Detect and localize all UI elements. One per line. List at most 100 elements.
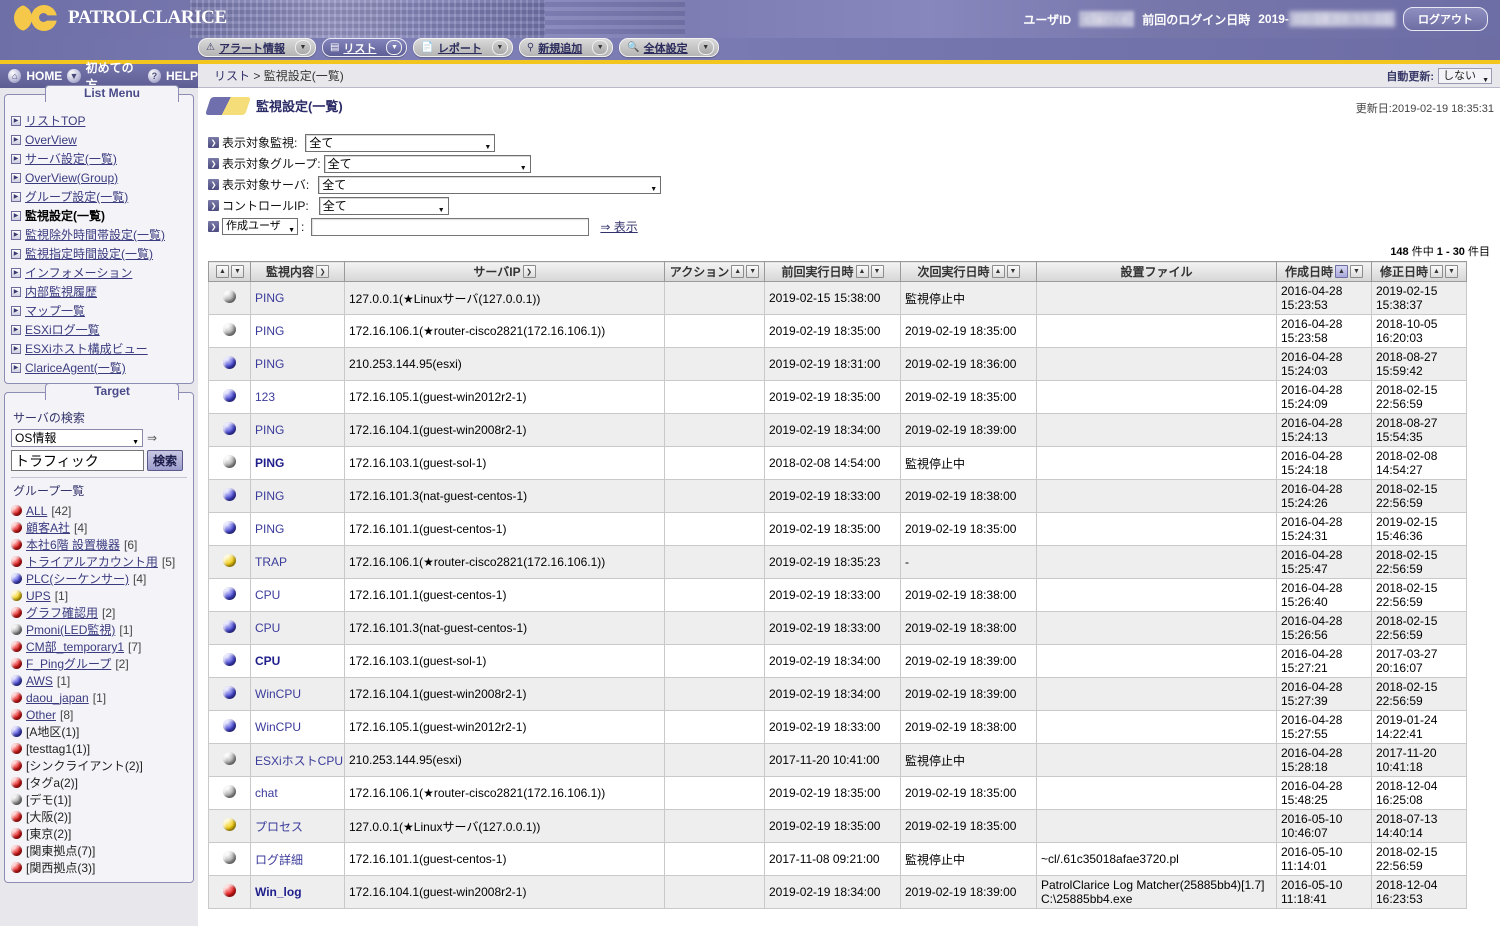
sidebar-item-5[interactable]: ▶ 監視設定(一覧) [11,206,187,225]
group-item-8[interactable]: CM部_temporary1 [7] [11,638,187,655]
group-item-0[interactable]: ALL [42] [11,502,187,519]
tab-global-settings-dropdown-icon[interactable]: ▼ [697,40,714,55]
group-label[interactable]: 顧客A社 [26,519,70,536]
table-row[interactable]: PING 127.0.0.1(★Linuxサーバ(127.0.0.1)) 2019-… [208,281,1467,315]
filter-select-server[interactable]: 全て ▼ [318,175,662,194]
auto-refresh-select[interactable]: しない ▼ [1438,67,1492,84]
tab-list[interactable]: ▤ リスト ▼ [321,38,408,57]
monitor-link[interactable]: WinCPU [255,687,301,701]
tab-add-new[interactable]: ⚲ 新規追加 ▼ [518,38,614,57]
sidebar-item-8[interactable]: ▶ インフォメーション [11,263,187,282]
cell-monitor[interactable]: WinCPU [250,677,345,711]
cell-monitor[interactable]: PING [250,413,345,447]
filter-select-controlip[interactable]: 全て ▼ [318,196,449,215]
monitor-link[interactable]: CPU [255,621,280,635]
sidebar-item-label[interactable]: 監視除外時間帯設定(一覧) [25,226,165,243]
monitor-link[interactable]: CPU [255,588,280,602]
cell-monitor[interactable]: Win_log [250,875,345,909]
sidebar-item-label[interactable]: インフォメーション [25,264,132,281]
sort-desc-icon[interactable]: ▼ [746,265,760,278]
monitor-link[interactable]: Win_log [255,885,302,899]
table-row[interactable]: プロセス 127.0.0.1(★Linuxサーバ(127.0.0.1)) 2019-… [208,809,1467,843]
group-item-6[interactable]: グラフ確認用 [2] [11,604,187,621]
sort-desc-icon[interactable]: ▼ [231,265,244,278]
group-item-2[interactable]: 本社6階 設置機器 [6] [11,536,187,553]
table-row[interactable]: WinCPU 172.16.104.1(guest-win2008r2-1) 201… [208,677,1467,711]
table-row[interactable]: WinCPU 172.16.105.1(guest-win2012r2-1) 201… [208,710,1467,744]
sidebar-item-label[interactable]: グループ設定(一覧) [25,188,128,205]
table-row[interactable]: CPU 172.16.101.1(guest-centos-1) 2019-02-1… [208,578,1467,612]
tab-report-dropdown-icon[interactable]: ▼ [491,40,508,55]
cell-monitor[interactable]: chat [250,776,345,810]
cell-monitor[interactable]: WinCPU [250,710,345,744]
sidebar-item-7[interactable]: ▶ 監視指定時間設定(一覧) [11,244,187,263]
sidebar-item-label[interactable]: OverView [25,133,77,147]
monitor-link[interactable]: chat [255,786,278,800]
monitor-link[interactable]: TRAP [255,555,287,569]
monitor-link[interactable]: プロセス [255,820,303,834]
cell-monitor[interactable]: プロセス [250,809,345,843]
group-item-1[interactable]: 顧客A社 [4] [11,519,187,536]
sidebar-item-10[interactable]: ▶ マップ一覧 [11,301,187,320]
sidebar-item-12[interactable]: ▶ ESXiホスト構成ビュー [11,339,187,358]
cell-monitor[interactable]: CPU [250,611,345,645]
tab-report[interactable]: 📄 レポート ▼ [413,38,513,57]
detail-icon[interactable]: ❯ [522,265,536,278]
monitor-link[interactable]: CPU [255,654,280,668]
monitor-link[interactable]: WinCPU [255,720,301,734]
table-row[interactable]: PING 172.16.101.3(nat-guest-centos-1) 2019… [208,479,1467,513]
group-label[interactable]: Other [26,708,56,722]
group-label[interactable]: AWS [26,674,53,688]
sort-asc-icon[interactable]: ▲ [855,265,869,278]
group-label[interactable]: ALL [26,504,47,518]
detail-icon[interactable]: ❯ [316,265,329,278]
cell-monitor[interactable]: ログ詳細 [250,842,345,876]
monitor-link[interactable]: PING [255,324,284,338]
table-row[interactable]: TRAP 172.16.106.1(★router-cisco2821(172.1… [208,545,1467,579]
cell-monitor[interactable]: CPU [250,644,345,678]
table-row[interactable]: ログ詳細 172.16.101.1(guest-centos-1) 2017-11-… [208,842,1467,876]
group-label[interactable]: トライアルアカウント用 [26,553,158,570]
group-item-10[interactable]: AWS [1] [11,672,187,689]
sort-desc-icon[interactable]: ▼ [1350,265,1363,278]
tab-alert-dropdown-icon[interactable]: ▼ [294,40,311,55]
group-label[interactable]: グラフ確認用 [26,604,98,621]
group-label[interactable]: Pmoni(LED監視) [26,621,115,638]
table-row[interactable]: ESXiホストCPU 210.253.144.95(esxi) 2017-11-20… [208,743,1467,777]
cell-monitor[interactable]: TRAP [250,545,345,579]
group-item-5[interactable]: UPS [1] [11,587,187,604]
group-label[interactable]: CM部_temporary1 [26,638,124,655]
monitor-link[interactable]: PING [255,489,284,503]
sidebar-item-label[interactable]: サーバ設定(一覧) [25,150,117,167]
monitor-link[interactable]: ログ詳細 [255,853,303,867]
table-row[interactable]: chat 172.16.106.1(★router-cisco2821(172.1… [208,776,1467,810]
sort-asc-icon[interactable]: ▲ [731,265,745,278]
table-row[interactable]: PING 172.16.101.1(guest-centos-1) 2019-02-… [208,512,1467,546]
sidebar-item-label[interactable]: 監視指定時間設定(一覧) [25,245,153,262]
logout-button[interactable]: ログアウト [1403,7,1488,31]
group-item-3[interactable]: トライアルアカウント用 [5] [11,553,187,570]
table-row[interactable]: PING 172.16.106.1(★router-cisco2821(172.1… [208,314,1467,348]
sidebar-item-label[interactable]: OverView(Group) [25,171,118,185]
sort-asc-icon[interactable]: ▲ [1430,265,1443,278]
sidebar-item-11[interactable]: ▶ ESXiログ一覧 [11,320,187,339]
cell-monitor[interactable]: ESXiホストCPU [250,743,345,777]
tab-alert[interactable]: ⚠ アラート情報 ▼ [198,38,316,57]
group-item-7[interactable]: Pmoni(LED監視) [1] [11,621,187,638]
monitor-link[interactable]: PING [255,423,284,437]
table-row[interactable]: PING 172.16.103.1(guest-sol-1) 2018-02-08 … [208,446,1467,480]
cell-monitor[interactable]: PING [250,479,345,513]
sidebar-item-13[interactable]: ▶ ClariceAgent(一覧) [11,358,187,377]
tab-add-new-dropdown-icon[interactable]: ▼ [592,40,609,55]
table-row[interactable]: 123 172.16.105.1(guest-win2012r2-1) 2019-0… [208,380,1467,414]
group-item-4[interactable]: PLC(シーケンサー) [4] [11,570,187,587]
user-filter-input[interactable] [311,217,590,236]
sidebar-item-4[interactable]: ▶ グループ設定(一覧) [11,187,187,206]
table-row[interactable]: Win_log 172.16.104.1(guest-win2008r2-1) 20… [208,875,1467,909]
tab-global-settings[interactable]: 🔍 全体設定 ▼ [619,38,719,57]
sort-asc-icon[interactable]: ▲ [1335,265,1348,278]
sidebar-item-label[interactable]: ESXiホスト構成ビュー [25,340,148,357]
filter-select-group[interactable]: 全て ▼ [323,154,531,173]
group-label[interactable]: daou_japan [26,691,89,705]
table-row[interactable]: PING 172.16.104.1(guest-win2008r2-1) 2019-… [208,413,1467,447]
